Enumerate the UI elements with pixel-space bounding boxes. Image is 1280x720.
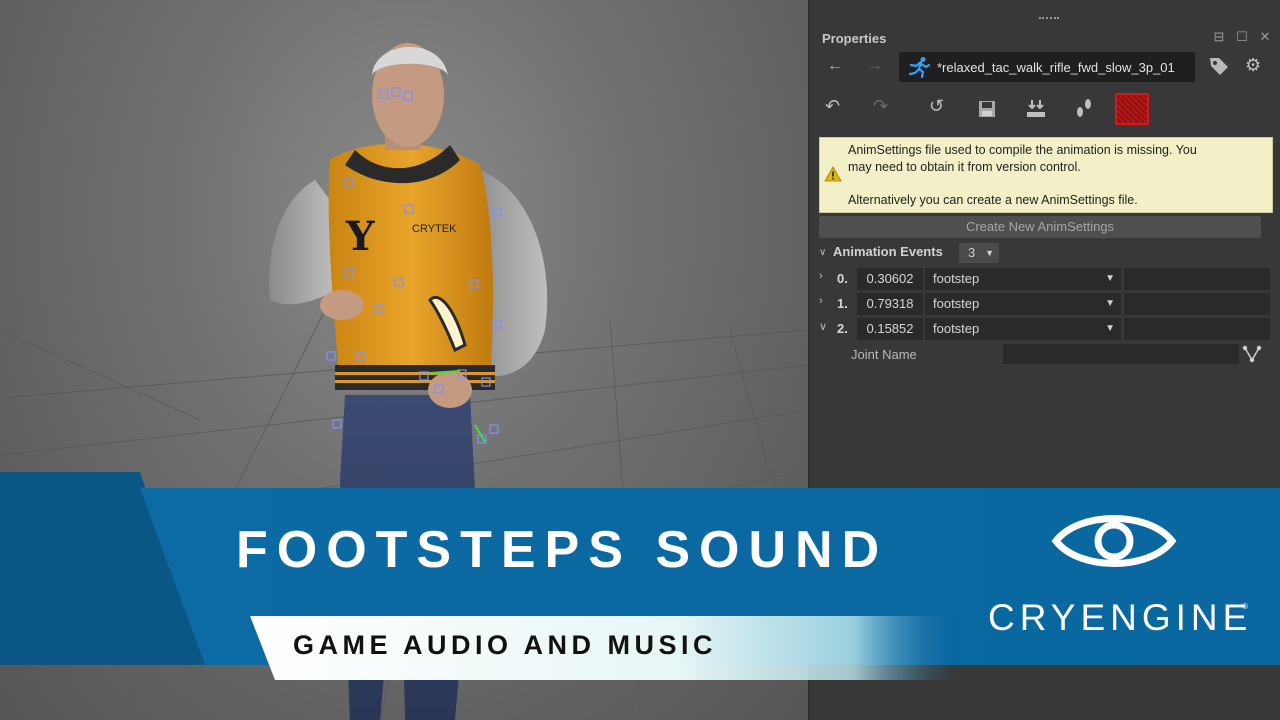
redo-icon[interactable]: ↷ [873,96,888,117]
3d-viewport[interactable]: Y CRYTEK [0,0,808,720]
event-count-value: 3 [968,245,976,260]
event-type-dropdown[interactable]: footstep ▼ [925,268,1121,290]
jacket-letter: Y [345,213,375,260]
footsteps-icon[interactable] [1073,97,1095,119]
jacket-chest-logo: CRYTEK [412,223,457,235]
event-index: 0. [837,271,848,286]
video-subtitle: GAME AUDIO AND MUSIC [293,630,717,660]
close-icon[interactable]: ✕ [1258,30,1272,44]
event-count-dropdown[interactable]: 3 ▼ [959,243,999,263]
dropdown-arrow-icon: ▼ [1105,323,1115,334]
event-row[interactable]: › 1. 0.79318 footstep ▼ [817,293,1271,315]
warning-icon [824,166,842,182]
pin-icon[interactable]: ⊟ [1212,30,1226,44]
running-man-icon [908,57,931,78]
event-time-field[interactable]: 0.30602 [857,268,923,290]
chevron-down-icon: ▼ [985,248,994,258]
warning-text-line3: Alternatively you can create a new AnimS… [848,193,1138,207]
event-index: 2. [837,321,848,336]
save-icon[interactable] [977,99,997,119]
dropdown-arrow-icon: ▼ [1105,273,1115,284]
warning-text-line1: AnimSettings file used to compile the an… [848,143,1197,157]
event-parameter-field[interactable] [1124,318,1270,340]
event-time-field[interactable]: 0.79318 [857,293,923,315]
joint-name-label: Joint Name [851,347,917,362]
video-title: FOOTSTEPS SOUND [236,521,889,579]
record-icon[interactable] [1115,93,1149,125]
event-type-value: footstep [933,321,980,336]
character-model[interactable]: Y CRYTEK [0,0,808,720]
event-index: 1. [837,296,848,311]
event-row[interactable]: › 0. 0.30602 footstep ▼ [817,268,1271,290]
event-time-field[interactable]: 0.15852 [857,318,923,340]
cryengine-wordmark: CRYENGINE [988,597,1253,638]
chevron-right-icon[interactable]: › [819,270,823,282]
joint-name-field[interactable] [1003,344,1239,364]
hierarchy-icon[interactable] [1242,345,1262,363]
import-icon[interactable] [1025,98,1047,120]
trademark-symbol: ® [1242,602,1248,611]
maximize-icon[interactable]: ☐ [1235,30,1249,44]
revert-icon[interactable]: ↺ [929,96,944,117]
gear-icon[interactable]: ⚙ [1245,55,1261,76]
event-row[interactable]: ∨ 2. 0.15852 footstep ▼ [817,318,1271,340]
animation-file-name: *relaxed_tac_walk_rifle_fwd_slow_3p_01 [937,59,1175,75]
tag-icon[interactable] [1207,54,1231,78]
event-type-dropdown[interactable]: footstep ▼ [925,293,1121,315]
chevron-down-icon[interactable]: ∨ [819,320,827,333]
animation-events-header[interactable]: Animation Events [833,244,943,259]
panel-title: Properties [822,31,887,46]
warning-text-line2: may need to obtain it from version contr… [848,160,1081,174]
event-parameter-field[interactable] [1124,293,1270,315]
event-type-value: footstep [933,271,980,286]
create-animsettings-button[interactable]: Create New AnimSettings [819,216,1261,238]
drag-handle[interactable] [1039,17,1059,20]
event-parameter-field[interactable] [1124,268,1270,290]
undo-icon[interactable]: ↶ [825,96,840,117]
chevron-down-icon[interactable]: ∨ [819,247,826,258]
warning-box: AnimSettings file used to compile the an… [819,137,1273,213]
arrow-left-icon[interactable]: ← [827,57,843,75]
screen: Y CRYTEK Properties ⊟ ☐ ✕ ← → *relaxed_t… [0,0,1280,720]
event-type-dropdown[interactable]: footstep ▼ [925,318,1121,340]
chevron-right-icon[interactable]: › [819,295,823,307]
dropdown-arrow-icon: ▼ [1105,298,1115,309]
arrow-right-icon[interactable]: → [867,57,883,75]
animation-file-field[interactable]: *relaxed_tac_walk_rifle_fwd_slow_3p_01 [899,52,1195,82]
event-type-value: footstep [933,296,980,311]
